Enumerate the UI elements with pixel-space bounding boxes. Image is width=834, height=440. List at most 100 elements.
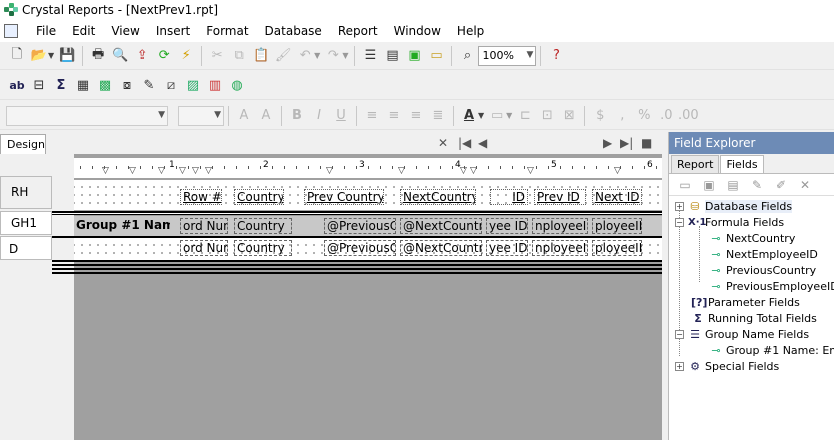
decrease-font-icon[interactable]: A — [255, 105, 277, 127]
insert-line-icon[interactable]: ✎ — [138, 75, 160, 97]
expand-icon[interactable]: + — [675, 362, 684, 371]
group-name-field[interactable]: Group #1 Name — [74, 218, 170, 234]
stop-icon[interactable]: ■ — [641, 136, 652, 150]
header-field-prev-id[interactable]: Prev ID — [534, 189, 586, 205]
currency-icon[interactable]: $ — [589, 105, 611, 127]
menu-view[interactable]: View — [103, 24, 147, 38]
document-icon[interactable] — [4, 24, 18, 38]
font-color-icon[interactable]: A — [458, 105, 480, 127]
header-field-country[interactable]: Country — [234, 189, 284, 205]
decrease-decimals-icon[interactable]: .00 — [677, 105, 699, 127]
detail-field-employee-id[interactable]: yee ID — [486, 240, 528, 256]
export-icon[interactable]: ⇪ — [131, 45, 153, 67]
new-field-icon[interactable]: ▤ — [721, 174, 745, 196]
undo-icon[interactable]: ↶ — [294, 45, 316, 67]
guideline-marker[interactable]: ▽ — [205, 166, 212, 176]
help-icon[interactable]: ? — [545, 45, 567, 67]
new-icon[interactable]: 🗋 — [6, 45, 28, 67]
next-page-icon[interactable]: ▶ — [603, 136, 612, 150]
menu-help[interactable]: Help — [449, 24, 492, 38]
repository-explorer-icon[interactable]: ▭ — [425, 45, 447, 67]
guideline-marker[interactable]: ▽ — [179, 166, 186, 176]
tree-item-formula[interactable]: ⊸ NextCountry — [709, 232, 795, 245]
group-field-previous-country[interactable]: @PreviousC — [324, 218, 396, 234]
increase-decimals-icon[interactable]: .0 — [655, 105, 677, 127]
first-page-icon[interactable]: |◀ — [458, 136, 471, 150]
tree-item-formula-fields[interactable]: − X·1 Formula Fields — [675, 216, 784, 229]
format-painter-icon[interactable]: 🖌 — [272, 45, 294, 67]
collapse-icon[interactable]: − — [675, 218, 684, 227]
underline-icon[interactable]: U — [330, 105, 352, 127]
menu-report[interactable]: Report — [330, 24, 386, 38]
group-field-next-country[interactable]: @NextCountry — [400, 218, 482, 234]
edit-field-icon[interactable]: ✎ — [745, 174, 769, 196]
menu-window[interactable]: Window — [386, 24, 449, 38]
increase-font-icon[interactable]: A — [233, 105, 255, 127]
align-left-icon[interactable]: ≡ — [361, 105, 383, 127]
bold-icon[interactable]: B — [286, 105, 308, 127]
tree-item-special-fields[interactable]: + ⚙ Special Fields — [675, 360, 779, 373]
insert-to-report-icon[interactable]: ▭ — [673, 174, 697, 196]
group-field-previous-employee-id[interactable]: nployeeID — [532, 218, 588, 234]
print-icon[interactable]: 🖶 — [87, 45, 109, 67]
tree-item-formula[interactable]: ⊸ PreviousEmployeeID — [709, 280, 834, 293]
tab-fields[interactable]: Fields — [720, 155, 764, 173]
menu-database[interactable]: Database — [257, 24, 330, 38]
tab-design[interactable]: Design — [0, 134, 46, 154]
borders-dropdown-icon[interactable]: ▼ — [506, 111, 512, 120]
zoom-select[interactable]: 100% ▼ — [478, 45, 537, 66]
detail-field-next-employee-id[interactable]: ployeeID — [592, 240, 642, 256]
insert-text-object-icon[interactable]: ab — [6, 75, 28, 97]
print-preview-icon[interactable]: 🔍 — [109, 45, 131, 67]
insert-crosstab-icon[interactable]: ▦ — [72, 75, 94, 97]
header-field-next-country[interactable]: NextCountry — [400, 189, 476, 205]
group-header-band[interactable]: Group #1 Name ord Num Country @PreviousC… — [74, 216, 662, 236]
detail-field-previous-employee-id[interactable]: nployeeID — [532, 240, 588, 256]
detail-field-previous-country[interactable]: @PreviousC — [324, 240, 396, 256]
field-explorer-icon[interactable]: ▤ — [381, 45, 403, 67]
details-band[interactable]: ord Num Country @PreviousC @NextCountry … — [74, 238, 662, 260]
open-dropdown-icon[interactable]: ▼ — [48, 51, 54, 60]
menu-insert[interactable]: Insert — [148, 24, 198, 38]
font-name-select[interactable]: ▼ — [6, 105, 168, 126]
group-field-country[interactable]: Country — [234, 218, 292, 234]
font-color-dropdown-icon[interactable]: ▼ — [478, 111, 484, 120]
menu-format[interactable]: Format — [198, 24, 256, 38]
copy-icon[interactable]: ⧉ — [228, 45, 250, 67]
tab-report[interactable]: Report — [671, 155, 720, 173]
close-icon[interactable]: ✕ — [438, 136, 448, 150]
header-field-row-number[interactable]: Row # — [180, 189, 222, 205]
suppress-icon[interactable]: ⊏ — [514, 105, 536, 127]
cut-icon[interactable]: ✂ — [206, 45, 228, 67]
tree-item-parameter-fields[interactable]: [?] Parameter Fields — [691, 296, 800, 309]
tree-item-database-fields[interactable]: + ⛁ Database Fields — [675, 200, 793, 213]
redo-icon[interactable]: ↷ — [322, 45, 344, 67]
tree-item-formula[interactable]: ⊸ NextEmployeeID — [709, 248, 817, 261]
align-right-icon[interactable]: ≡ — [405, 105, 427, 127]
tree-item-group-name[interactable]: ⊸ Group #1 Name: Empl — [709, 344, 834, 357]
group-field-employee-id[interactable]: yee ID — [486, 218, 528, 234]
lock-format-icon[interactable]: ⊡ — [536, 105, 558, 127]
percent-icon[interactable]: % — [633, 105, 655, 127]
header-field-id[interactable]: ID — [490, 189, 528, 205]
find-icon[interactable]: ⌕ — [456, 45, 478, 67]
open-icon[interactable]: 📂 — [28, 45, 50, 67]
insert-subreport-icon[interactable]: ⧇ — [116, 75, 138, 97]
tree-item-group-name-fields[interactable]: − ☰ Group Name Fields — [675, 328, 809, 341]
last-page-icon[interactable]: ▶| — [620, 136, 633, 150]
insert-chart-icon[interactable]: ▥ — [204, 75, 226, 97]
menu-file[interactable]: File — [28, 24, 64, 38]
justify-icon[interactable]: ≣ — [427, 105, 449, 127]
rename-icon[interactable]: ✐ — [769, 174, 793, 196]
group-field-next-employee-id[interactable]: ployeeID — [592, 218, 642, 234]
undo-dropdown-icon[interactable]: ▼ — [314, 51, 320, 60]
report-explorer-icon[interactable]: ▣ — [403, 45, 425, 67]
refresh-icon[interactable]: ⟳ — [153, 45, 175, 67]
insert-olap-icon[interactable]: ▩ — [94, 75, 116, 97]
header-field-prev-country[interactable]: Prev Country — [304, 189, 384, 205]
insert-group-icon[interactable]: ⊟ — [28, 75, 50, 97]
detail-field-next-country[interactable]: @NextCountry — [400, 240, 482, 256]
section-rh[interactable]: RH — [0, 176, 52, 209]
lightning-icon[interactable]: ⚡ — [175, 45, 197, 67]
italic-icon[interactable]: I — [308, 105, 330, 127]
